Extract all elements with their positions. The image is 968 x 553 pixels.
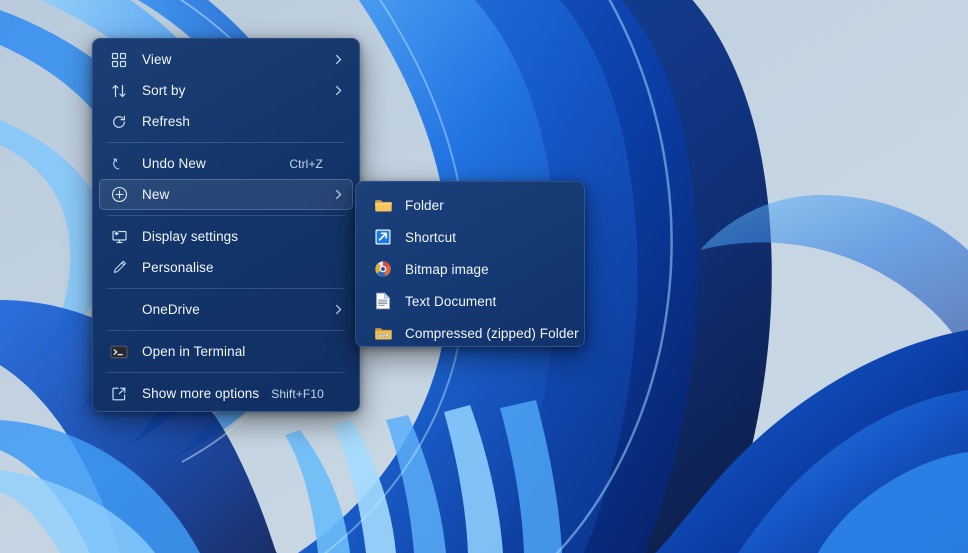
sort-icon [109,81,129,101]
menu-item-display-settings[interactable]: Display settings [99,221,353,252]
refresh-icon [109,112,129,132]
menu-separator [107,142,345,143]
new-submenu[interactable]: Folder Shortcut Bitmap image Text Docume… [355,181,585,347]
menu-item-label: Open in Terminal [142,344,325,359]
undo-icon [109,154,129,174]
chevron-spacer [332,387,346,401]
menu-item-view[interactable]: View [99,44,353,75]
menu-item-sort-by[interactable]: Sort by [99,75,353,106]
monitor-icon [109,227,129,247]
menu-item-label: Show more options [142,386,259,401]
menu-item-label: Folder [405,198,570,213]
bitmap-image-icon [373,259,393,279]
menu-item-compressed-zipped-folder[interactable]: Compressed (zipped) Folder [362,317,578,347]
menu-item-refresh[interactable]: Refresh [99,106,353,137]
menu-separator [107,215,345,216]
menu-item-accelerator: Ctrl+Z [289,157,323,171]
menu-item-folder[interactable]: Folder [362,189,578,221]
menu-item-onedrive[interactable]: OneDrive [99,294,353,325]
chevron-right-icon [331,188,345,202]
menu-item-label: Shortcut [405,230,570,245]
chevron-right-icon [331,84,345,98]
menu-item-label: Bitmap image [405,262,570,277]
desktop-context-menu[interactable]: View Sort by Refresh Undo NewCtrl+Z New … [92,38,360,412]
menu-separator [107,288,345,289]
text-document-icon [373,291,393,311]
menu-item-show-more-options[interactable]: Show more options Shift+F10 [99,378,353,409]
menu-item-label: Refresh [142,114,325,129]
chevron-spacer [331,157,345,171]
menu-separator [107,372,345,373]
menu-item-label: Sort by [142,83,325,98]
menu-separator [107,330,345,331]
menu-item-label: Personalise [142,260,325,275]
chevron-spacer [331,115,345,129]
menu-item-personalise[interactable]: Personalise [99,252,353,283]
menu-item-undo-new[interactable]: Undo New Ctrl+Z [99,148,353,179]
chevron-spacer [331,345,345,359]
shortcut-icon [373,227,393,247]
desktop[interactable]: View Sort by Refresh Undo NewCtrl+Z New … [0,0,968,553]
menu-item-text-document[interactable]: Text Document [362,285,578,317]
menu-item-new[interactable]: New [99,179,353,210]
chevron-spacer [331,230,345,244]
menu-item-label: New [142,187,325,202]
brush-icon [109,258,129,278]
folder-icon [373,195,393,215]
no-icon-placeholder [109,300,129,320]
view-grid-icon [109,50,129,70]
chevron-spacer [331,261,345,275]
plus-circle-icon [109,185,129,205]
menu-item-label: OneDrive [142,302,325,317]
menu-item-label: Text Document [405,294,570,309]
menu-item-label: Display settings [142,229,325,244]
menu-item-open-in-terminal[interactable]: Open in Terminal [99,336,353,367]
menu-item-shortcut[interactable]: Shortcut [362,221,578,253]
chevron-right-icon [331,53,345,67]
menu-item-accelerator: Shift+F10 [271,387,324,401]
chevron-right-icon [331,303,345,317]
zipped-folder-icon [373,323,393,343]
menu-item-label: Undo New [142,156,277,171]
menu-item-bitmap-image[interactable]: Bitmap image [362,253,578,285]
terminal-icon [109,342,129,362]
menu-item-label: Compressed (zipped) Folder [405,326,579,341]
more-options-icon [109,384,129,404]
menu-item-label: View [142,52,325,67]
